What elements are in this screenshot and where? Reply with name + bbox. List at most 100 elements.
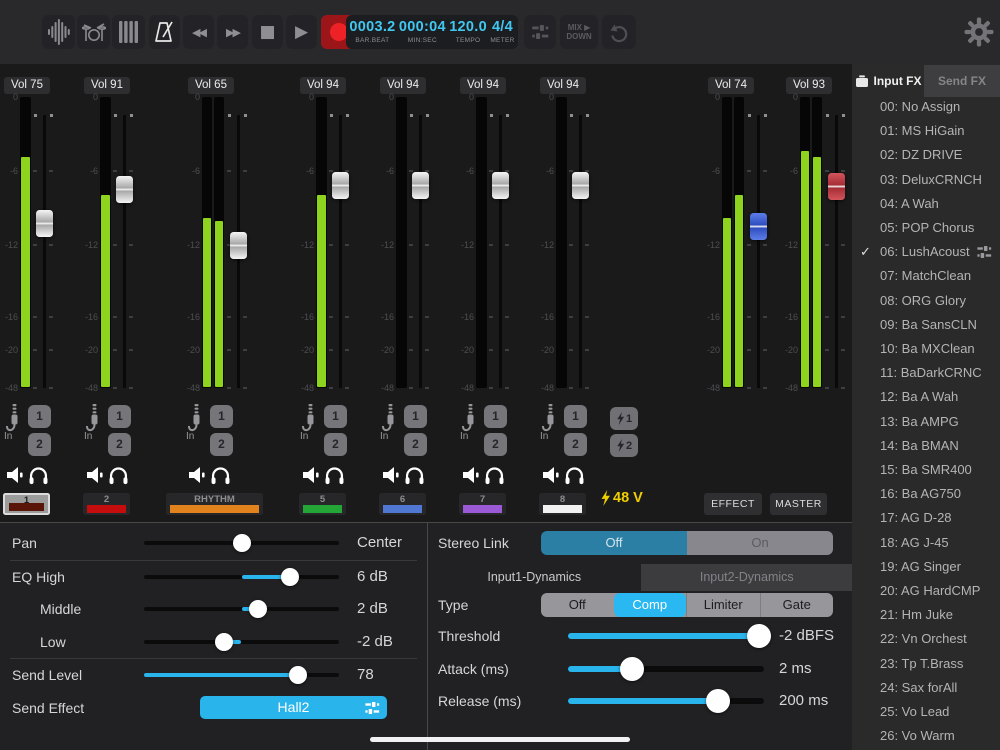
fx-list-item[interactable]: 18: AG J-45 bbox=[852, 531, 1000, 555]
input-source-2-button[interactable]: 2 bbox=[28, 433, 51, 456]
effect-button[interactable]: EFFECT bbox=[704, 493, 762, 515]
tab-input-fx[interactable]: Input FX bbox=[852, 65, 924, 97]
input-source-2-button[interactable]: 2 bbox=[210, 433, 233, 456]
fx-list-item[interactable]: 08: ORG Glory bbox=[852, 289, 1000, 313]
type-option-limiter[interactable]: Limiter bbox=[686, 593, 760, 617]
type-option-comp[interactable]: Comp bbox=[614, 593, 687, 617]
fx-list-item[interactable]: 21: Hm Juke bbox=[852, 603, 1000, 627]
fx-list-item[interactable]: 04: A Wah bbox=[852, 192, 1000, 216]
slider-knob[interactable] bbox=[747, 624, 771, 648]
track-name[interactable]: RHYTHM bbox=[166, 493, 263, 515]
track-name[interactable]: 1 bbox=[3, 493, 50, 515]
slider-knob[interactable] bbox=[620, 657, 644, 681]
input-source-1-button[interactable]: 1 bbox=[210, 405, 233, 428]
fx-list-item[interactable]: ✓ 06: LushAcoust bbox=[852, 240, 1000, 264]
fx-list-item[interactable]: 10: Ba MXClean bbox=[852, 337, 1000, 361]
speaker-icon[interactable] bbox=[303, 466, 320, 484]
speaker-icon[interactable] bbox=[87, 466, 104, 484]
headphones-icon[interactable] bbox=[108, 465, 129, 485]
fx-list-item[interactable]: 00: No Assign bbox=[852, 95, 1000, 119]
speaker-icon[interactable] bbox=[383, 466, 400, 484]
track-name[interactable]: 6 bbox=[379, 493, 426, 515]
tab-input2-dynamics[interactable]: Input2-Dynamics bbox=[641, 564, 854, 591]
headphones-icon[interactable] bbox=[28, 465, 49, 485]
fader-handle[interactable] bbox=[412, 172, 429, 199]
speaker-icon[interactable] bbox=[463, 466, 480, 484]
input-source-2-button[interactable]: 2 bbox=[324, 433, 347, 456]
fx-list-item[interactable]: 13: Ba AMPG bbox=[852, 410, 1000, 434]
track-name[interactable]: 5 bbox=[299, 493, 346, 515]
phantom-2-button[interactable]: 2 bbox=[610, 434, 638, 457]
track-name[interactable]: 7 bbox=[459, 493, 506, 515]
input-source-1-button[interactable]: 1 bbox=[108, 405, 131, 428]
input-source-2-button[interactable]: 2 bbox=[564, 433, 587, 456]
input-source-1-button[interactable]: 1 bbox=[404, 405, 427, 428]
fx-list-item[interactable]: 22: Vn Orchest bbox=[852, 627, 1000, 651]
fader-handle[interactable] bbox=[572, 172, 589, 199]
fader-handle[interactable] bbox=[332, 172, 349, 199]
speaker-icon[interactable] bbox=[189, 466, 206, 484]
input-source-1-button[interactable]: 1 bbox=[564, 405, 587, 428]
input-source-2-button[interactable]: 2 bbox=[484, 433, 507, 456]
pan-slider[interactable] bbox=[144, 534, 339, 552]
fx-list-item[interactable]: 24: Sax forAll bbox=[852, 676, 1000, 700]
input-source-1-button[interactable]: 1 bbox=[28, 405, 51, 428]
fx-list-item[interactable]: 15: Ba SMR400 bbox=[852, 458, 1000, 482]
speaker-icon[interactable] bbox=[543, 466, 560, 484]
slider-knob[interactable] bbox=[215, 633, 233, 651]
fx-list-item[interactable]: 14: Ba BMAN bbox=[852, 434, 1000, 458]
attack-ms-slider[interactable] bbox=[568, 657, 764, 681]
headphones-icon[interactable] bbox=[210, 465, 231, 485]
fx-list-item[interactable]: 26: Vo Warm bbox=[852, 724, 1000, 748]
home-indicator[interactable] bbox=[370, 737, 630, 742]
track-name[interactable]: 2 bbox=[83, 493, 130, 515]
send-effect-button[interactable]: Hall2 bbox=[200, 696, 387, 719]
stereo-link-option-on[interactable]: On bbox=[687, 531, 833, 555]
release-ms-slider[interactable] bbox=[568, 689, 764, 713]
fx-list-item[interactable]: 07: MatchClean bbox=[852, 264, 1000, 288]
headphones-icon[interactable] bbox=[404, 465, 425, 485]
fader-handle[interactable] bbox=[492, 172, 509, 199]
fx-list-item[interactable]: 12: Ba A Wah bbox=[852, 385, 1000, 409]
fader-handle[interactable] bbox=[230, 232, 247, 259]
low-slider[interactable] bbox=[144, 633, 339, 651]
master-button[interactable]: MASTER bbox=[770, 493, 827, 515]
thresholdslider[interactable] bbox=[568, 624, 764, 648]
phantom-1-button[interactable]: 1 bbox=[610, 407, 638, 430]
fx-list-item[interactable]: 19: AG Singer bbox=[852, 555, 1000, 579]
fx-list-item[interactable]: 05: POP Chorus bbox=[852, 216, 1000, 240]
slider-knob[interactable] bbox=[281, 568, 299, 586]
fader-handle[interactable] bbox=[36, 210, 53, 237]
speaker-icon[interactable] bbox=[7, 466, 24, 484]
settings-button[interactable] bbox=[964, 17, 994, 47]
mixer-icon[interactable] bbox=[977, 246, 992, 258]
fader-handle[interactable] bbox=[116, 176, 133, 203]
fx-list-item[interactable]: 01: MS HiGain bbox=[852, 119, 1000, 143]
input-source-1-button[interactable]: 1 bbox=[324, 405, 347, 428]
slider-knob[interactable] bbox=[249, 600, 267, 618]
headphones-icon[interactable] bbox=[484, 465, 505, 485]
input-source-1-button[interactable]: 1 bbox=[484, 405, 507, 428]
fx-list-item[interactable]: 25: Vo Lead bbox=[852, 700, 1000, 724]
fx-list-item[interactable]: 23: Tp T.Brass bbox=[852, 652, 1000, 676]
fx-list-item[interactable]: 02: DZ DRIVE bbox=[852, 143, 1000, 167]
tab-input1-dynamics[interactable]: Input1-Dynamics bbox=[428, 564, 641, 591]
track-name[interactable]: 8 bbox=[539, 493, 586, 515]
fader-handle[interactable] bbox=[828, 173, 845, 200]
type-option-gate[interactable]: Gate bbox=[760, 593, 834, 617]
headphones-icon[interactable] bbox=[564, 465, 585, 485]
fx-list-item[interactable]: 16: Ba AG750 bbox=[852, 482, 1000, 506]
slider-knob[interactable] bbox=[289, 666, 307, 684]
slider-knob[interactable] bbox=[233, 534, 251, 552]
send-level-slider[interactable] bbox=[144, 666, 339, 684]
fx-list-item[interactable]: 11: BaDarkCRNC bbox=[852, 361, 1000, 385]
tab-send-fx[interactable]: Send FX bbox=[924, 65, 1000, 97]
eq-high-slider[interactable] bbox=[144, 568, 339, 586]
fx-list-item[interactable]: 09: Ba SansCLN bbox=[852, 313, 1000, 337]
fx-list-item[interactable]: 20: AG HardCMP bbox=[852, 579, 1000, 603]
fader-handle[interactable] bbox=[750, 213, 767, 240]
fx-list-item[interactable]: 17: AG D-28 bbox=[852, 506, 1000, 530]
stereo-link-option-off[interactable]: Off bbox=[541, 531, 687, 555]
middle-slider[interactable] bbox=[144, 600, 339, 618]
fx-list-item[interactable]: 03: DeluxCRNCH bbox=[852, 168, 1000, 192]
